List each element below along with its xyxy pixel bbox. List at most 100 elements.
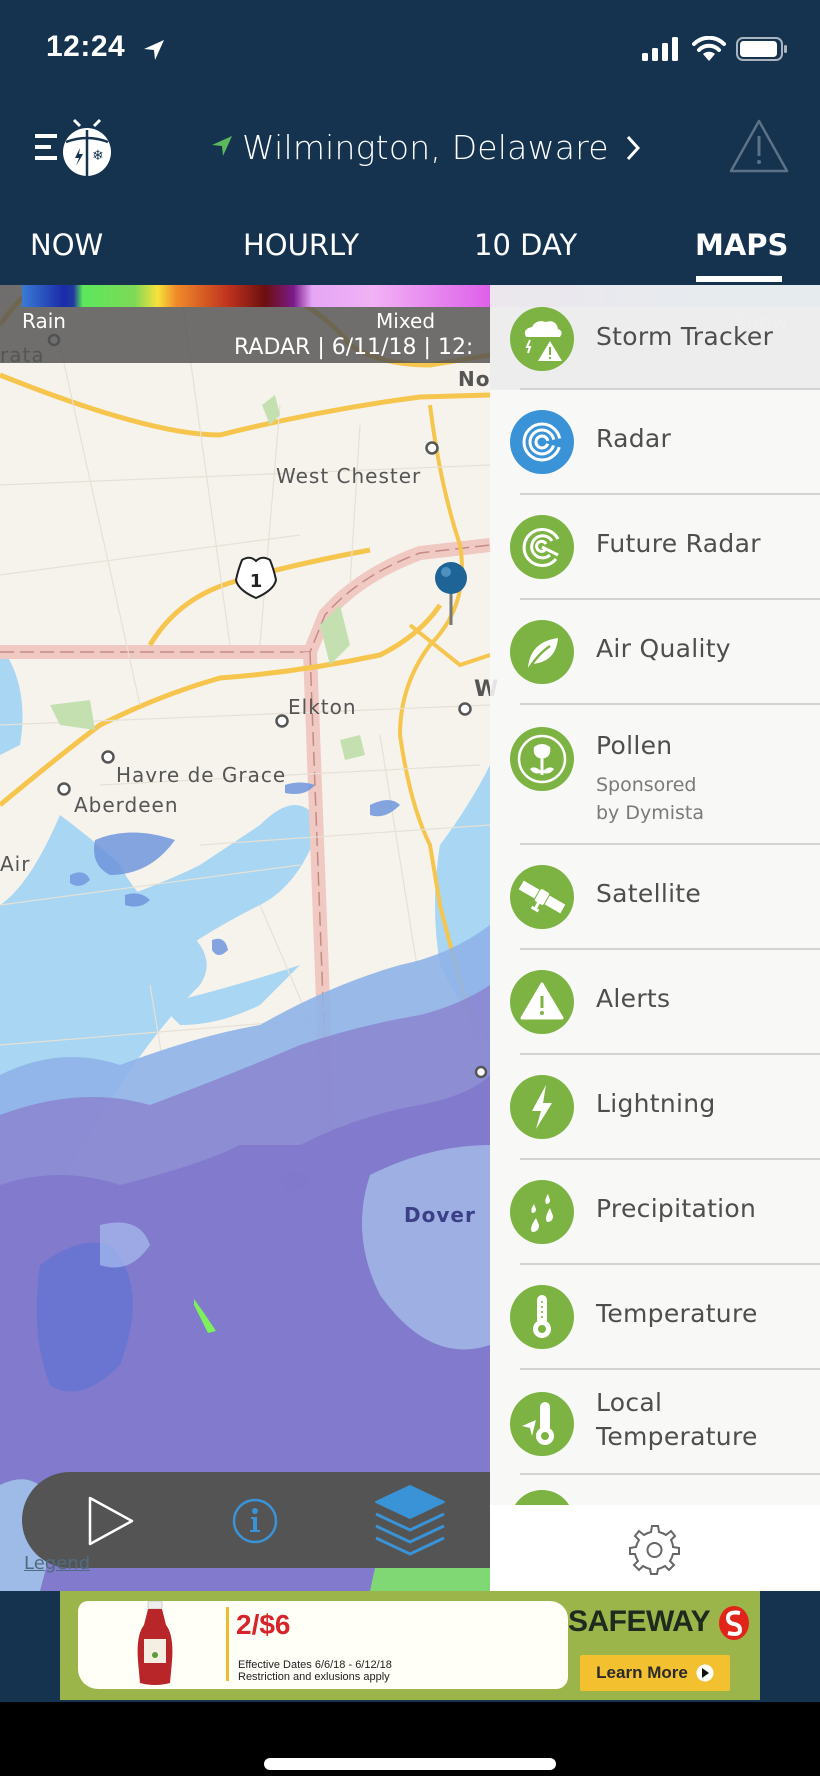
tab-bar: NOW HOURLY 10 DAY MAPS <box>0 220 820 285</box>
tab-maps[interactable]: MAPS <box>695 228 788 262</box>
map-label-havre-de-grace: Havre de Grace <box>116 763 287 787</box>
layer-label: Lightning <box>596 1089 716 1118</box>
layer-label: Alerts <box>596 984 671 1013</box>
layer-item-future-radar[interactable]: Future Radar <box>490 495 820 600</box>
layer-item-lightning[interactable]: Lightning <box>490 1055 820 1160</box>
layer-item-precipitation[interactable]: Precipitation <box>490 1160 820 1265</box>
play-circle-icon <box>696 1664 714 1682</box>
svg-text:❄: ❄ <box>92 148 104 164</box>
app-header: ❄ Wilmington, Delaware NOW HOURLY 10 DAY… <box>0 100 820 285</box>
location-name: Wilmington, Delaware <box>242 128 609 167</box>
battery-icon <box>736 37 787 61</box>
map-label-aberdeen: Aberdeen <box>74 793 179 817</box>
home-indicator-area <box>0 1702 820 1776</box>
tab-hourly[interactable]: HOURLY <box>243 228 359 262</box>
layer-item-temperature[interactable]: Temperature <box>490 1265 820 1370</box>
location-arrow-icon <box>212 135 232 156</box>
map-label-air: Air <box>0 852 31 876</box>
radar-timestamp: RADAR | 6/11/18 | 12: <box>234 335 474 360</box>
map-label-norristown: No <box>458 367 491 391</box>
map-label-dover: Dover <box>404 1203 476 1227</box>
legend-rain-label: Rain <box>22 309 66 333</box>
satellite-icon <box>510 865 574 929</box>
ad-banner-area: 2/$6 Effective Dates 6/6/18 - 6/12/18 Re… <box>0 1591 820 1702</box>
layer-item-radar[interactable]: Radar <box>490 390 820 495</box>
map-label-west-chester: West Chester <box>276 464 422 488</box>
status-time: 12:24 <box>46 30 126 63</box>
layer-item-pollen[interactable]: Pollen Sponsored by Dymista <box>490 705 820 845</box>
layer-label: Precipitation <box>596 1194 757 1223</box>
legend-mixed-label: Mixed <box>376 309 436 333</box>
ad-divider <box>226 1607 229 1681</box>
status-bar: 12:24 <box>0 0 820 100</box>
leaf-icon <box>510 620 574 684</box>
layer-label: Temperature <box>596 1299 758 1328</box>
layers-icon <box>375 1485 445 1556</box>
ad-fine-print-line1: Effective Dates 6/6/18 - 6/12/18 <box>238 1659 392 1671</box>
menu-button[interactable]: ❄ <box>30 118 120 178</box>
map-label-elkton: Elkton <box>288 695 357 719</box>
weatherbug-logo-icon: ❄ <box>63 118 111 176</box>
ad-price: 2/$6 <box>236 1609 291 1640</box>
warning-icon <box>510 970 574 1034</box>
location-selector[interactable]: Wilmington, Delaware <box>210 128 641 167</box>
layer-label: Pollen <box>596 731 673 760</box>
layer-label: Radar <box>596 424 672 453</box>
radar-map[interactable]: 1 Rain Mixed RADAR | 6/11/18 | 12: West … <box>0 285 820 1591</box>
ad-banner[interactable]: 2/$6 Effective Dates 6/6/18 - 6/12/18 Re… <box>60 1591 760 1700</box>
ad-fine-print: Effective Dates 6/6/18 - 6/12/18 Restric… <box>238 1659 392 1683</box>
pollen-sponsor-line2: by Dymista <box>596 802 704 824</box>
tab-10-day[interactable]: 10 DAY <box>474 228 577 262</box>
alerts-button[interactable] <box>728 118 790 174</box>
layer-item-partial <box>510 1490 574 1505</box>
layer-label: Storm Tracker <box>596 322 774 351</box>
layer-item-local-temperature[interactable]: Local Temperature <box>490 1370 820 1475</box>
active-tab-indicator <box>696 276 782 282</box>
radar-icon <box>510 410 574 474</box>
radar-legend: Rain Mixed RADAR | 6/11/18 | 12: <box>0 285 490 363</box>
layers-button[interactable] <box>370 1480 450 1560</box>
layer-item-air-quality[interactable]: Air Quality <box>490 600 820 705</box>
layer-label: Satellite <box>596 879 702 908</box>
map-layers-panel: Snow Storm Tracker <box>490 285 820 1591</box>
home-indicator[interactable] <box>264 1758 556 1770</box>
chevron-right-icon <box>626 135 640 160</box>
layer-item-satellite[interactable]: Satellite <box>490 845 820 950</box>
map-controls <box>22 1472 490 1568</box>
play-button[interactable] <box>78 1490 140 1552</box>
info-button[interactable] <box>224 1490 286 1552</box>
ad-fine-print-line2: Restriction and exlusions apply <box>238 1671 390 1683</box>
cellular-signal-icon <box>642 37 678 61</box>
location-arrow-icon <box>144 40 164 60</box>
info-icon <box>232 1498 278 1544</box>
legend-color-scale <box>22 285 490 307</box>
lightning-icon <box>510 1075 574 1139</box>
future-radar-icon <box>510 515 574 579</box>
ad-brand: SAFEWAY <box>568 1605 711 1638</box>
flower-icon <box>510 727 574 791</box>
layer-label-line2: Temperature <box>596 1422 758 1451</box>
storm-tracker-icon <box>510 307 574 371</box>
route-shield-number: 1 <box>250 571 263 592</box>
gear-icon <box>629 1525 680 1575</box>
local-temperature-icon <box>510 1392 574 1456</box>
ad-cta-label: Learn More <box>596 1663 688 1682</box>
raindrops-icon <box>510 1180 574 1244</box>
ketchup-bottle-image <box>137 1601 173 1685</box>
ad-content: 2/$6 Effective Dates 6/6/18 - 6/12/18 Re… <box>78 1601 568 1689</box>
legend-link[interactable]: Legend <box>24 1553 90 1574</box>
settings-button[interactable] <box>490 1505 820 1591</box>
divider <box>520 1473 820 1475</box>
map-label-ephrata: rata <box>0 343 45 367</box>
pollen-sponsor-line1: Sponsored <box>596 774 697 796</box>
play-icon <box>88 1496 134 1546</box>
ad-learn-more-button[interactable]: Learn More <box>580 1655 730 1691</box>
wifi-icon <box>692 36 726 61</box>
layer-label-line1: Local <box>596 1388 663 1417</box>
tab-now[interactable]: NOW <box>30 228 103 262</box>
layer-label: Future Radar <box>596 529 761 558</box>
layer-item-storm-tracker[interactable]: Storm Tracker <box>490 285 820 390</box>
layer-label: Air Quality <box>596 634 731 663</box>
thermometer-icon <box>510 1285 574 1349</box>
layer-item-alerts[interactable]: Alerts <box>490 950 820 1055</box>
